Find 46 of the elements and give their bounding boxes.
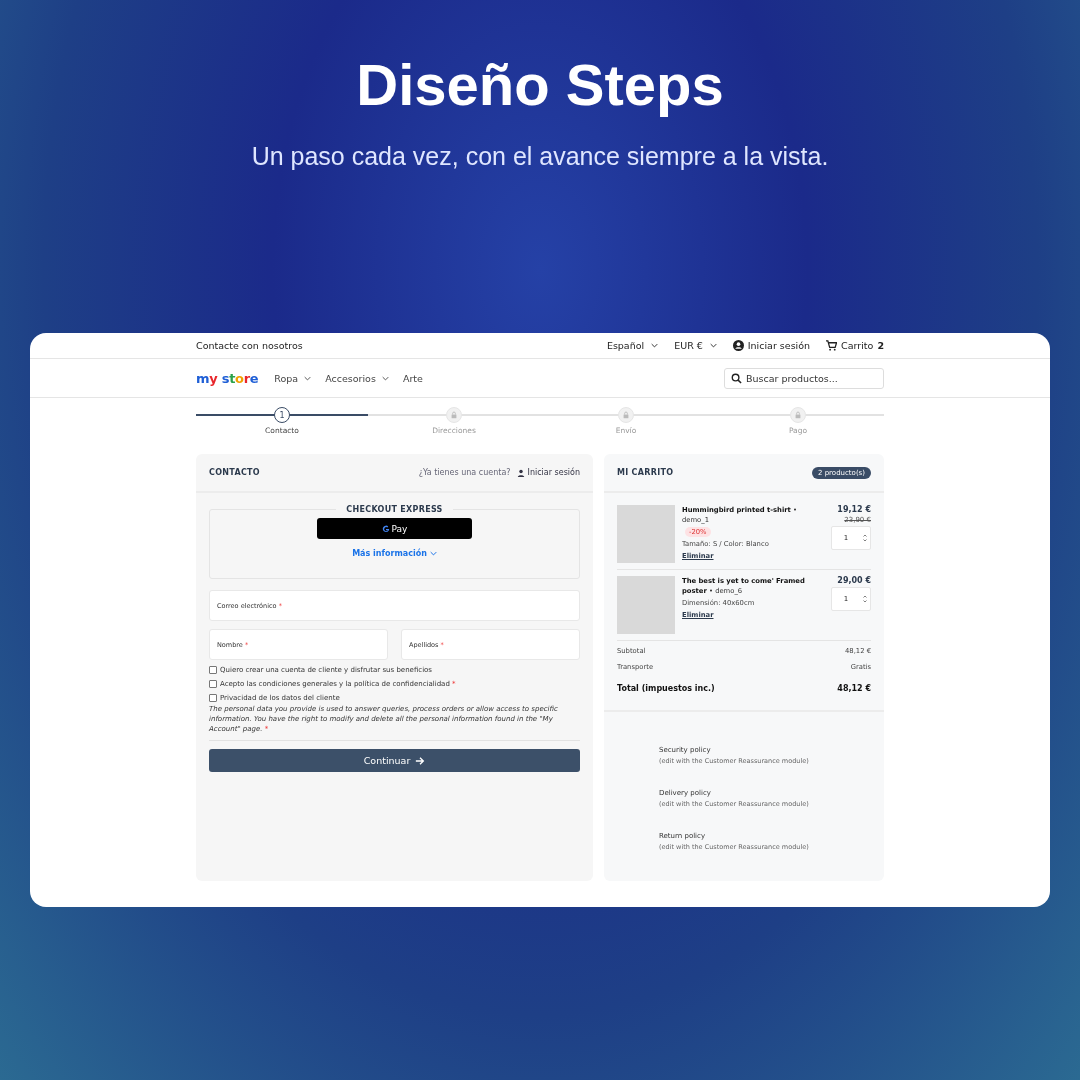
- contact-link[interactable]: Contacte con nosotros: [196, 340, 303, 351]
- lock-icon: [450, 411, 458, 419]
- checkbox[interactable]: [209, 666, 217, 674]
- panel-title: CONTACTO: [209, 468, 260, 477]
- google-pay-button[interactable]: Pay: [317, 518, 472, 539]
- cart-link[interactable]: Carrito 2: [826, 340, 884, 351]
- photo-placeholder: [617, 576, 675, 634]
- step-indicator: 1: [274, 407, 290, 423]
- product-price: 19,12 €: [837, 505, 871, 514]
- up-down-arrows-icon[interactable]: [862, 593, 868, 605]
- express-title: CHECKOUT EXPRESS: [345, 505, 444, 514]
- google-g-icon: [381, 524, 390, 533]
- checkbox[interactable]: [209, 694, 217, 702]
- product-price: 29,00 €: [837, 576, 871, 585]
- store-logo[interactable]: my store: [196, 370, 259, 386]
- up-down-arrows-icon[interactable]: [862, 532, 868, 544]
- cart-icon: [826, 340, 838, 351]
- chevron-down-icon: [709, 343, 717, 348]
- user-icon: [516, 468, 525, 477]
- menu-item[interactable]: Ropa: [274, 372, 312, 384]
- account-question: ¿Ya tienes una cuenta?: [418, 468, 511, 477]
- panel-title: MI CARRITO: [617, 468, 674, 477]
- user-icon: [732, 340, 744, 351]
- total-label: Total (impuestos inc.): [617, 684, 715, 695]
- chevron-down-icon: [381, 375, 389, 381]
- total-value: 48,12 €: [837, 684, 871, 695]
- menu-item[interactable]: Accesorios: [325, 372, 389, 384]
- lock-icon: [794, 411, 802, 419]
- search-icon: [731, 372, 742, 384]
- more-info-link[interactable]: Más información: [352, 549, 437, 558]
- search-field[interactable]: Buscar productos...: [724, 367, 884, 389]
- login-link[interactable]: Iniciar sesión: [732, 340, 811, 351]
- language-dropdown[interactable]: Español: [606, 340, 659, 351]
- menu-item[interactable]: Arte: [402, 372, 423, 384]
- currency-dropdown[interactable]: EUR €: [674, 340, 717, 351]
- subheadline: Un paso cada vez, con el avance siempre a la vista.: [250, 142, 830, 171]
- chevron-down-icon: [429, 551, 437, 556]
- lock-icon: [622, 411, 630, 419]
- arrow-right-icon: [415, 755, 426, 766]
- continue-button[interactable]: Continuar: [209, 749, 580, 772]
- photo-placeholder: [617, 505, 675, 563]
- login-link[interactable]: Iniciar sesión: [516, 468, 580, 477]
- chevron-down-icon: [651, 343, 659, 348]
- checkbox[interactable]: [209, 680, 217, 688]
- chevron-down-icon: [304, 375, 312, 381]
- headline: Diseño Steps: [355, 51, 725, 119]
